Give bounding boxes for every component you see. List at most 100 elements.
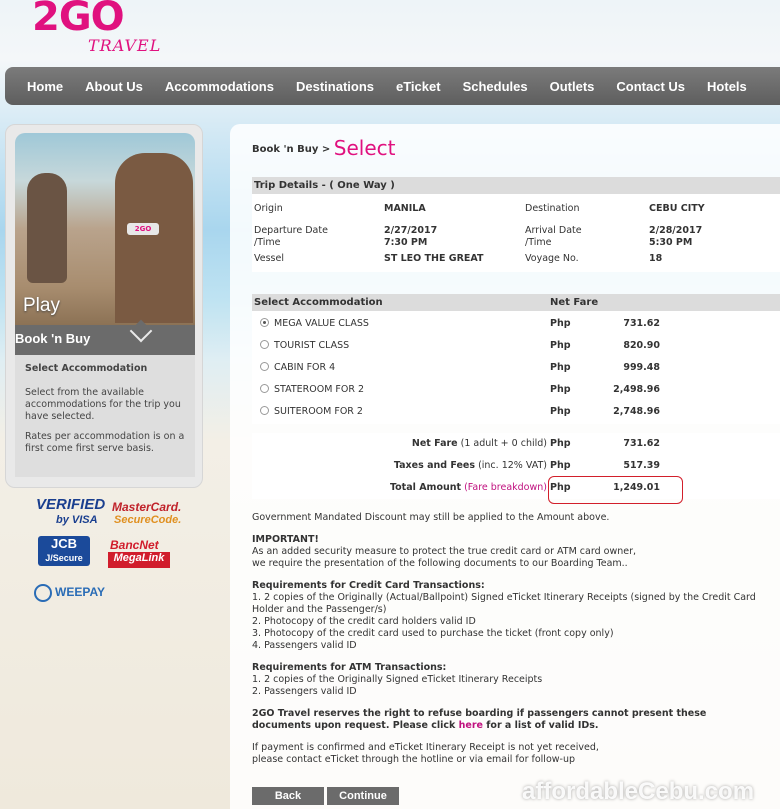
voyage-label: Voyage No.	[525, 253, 579, 264]
sidebar-para-2: Rates per accommodation is on a first co…	[25, 431, 185, 454]
sidebar-tab-label: Book 'n Buy	[15, 331, 91, 346]
weepay-logo: WEEPAY	[34, 584, 105, 602]
verified-by-visa-logo: VERIFIED	[36, 496, 106, 513]
net-fare-label: Net Fare (1 adult + 0 child)	[252, 438, 547, 449]
accommodation-fare: 999.48	[623, 362, 660, 373]
nav-destinations[interactable]: Destinations	[296, 79, 374, 94]
main-nav: Home About Us Accommodations Destination…	[5, 67, 780, 105]
accommodation-name: STATEROOM FOR 2	[274, 384, 365, 395]
nav-outlets[interactable]: Outlets	[550, 79, 595, 94]
accommodation-radio[interactable]	[260, 362, 269, 371]
accommodation-currency: Php	[550, 406, 571, 417]
sidebar-tab-title: Book 'n Buy	[15, 319, 195, 355]
total-amount-title: Total Amount	[389, 482, 462, 493]
brand-logo[interactable]: 2GO TRAVEL	[30, 0, 170, 58]
important-line-2: we require the presentation of the follo…	[252, 558, 628, 569]
page-title: Select	[333, 136, 396, 160]
departure-label-time: /Time	[254, 237, 281, 248]
cc-requirement-2: 2. Photocopy of the credit card holders …	[252, 616, 476, 627]
accommodation-currency: Php	[550, 318, 571, 329]
vessel-value: ST LEO THE GREAT	[384, 253, 484, 264]
vessel-label: Vessel	[254, 253, 284, 264]
jcb-secure-label: J/Secure	[45, 553, 83, 563]
accommodation-row[interactable]: STATEROOM FOR 2 Php 2,498.96	[252, 378, 780, 400]
atm-requirement-2: 2. Passengers valid ID	[252, 686, 357, 697]
mastercard-logo: MasterCard.	[112, 500, 182, 514]
fare-breakdown-link[interactable]: (Fare breakdown)	[464, 482, 547, 493]
followup-line-1: If payment is confirmed and eTicket Itin…	[252, 742, 599, 753]
jcb-logo: JCB J/Secure	[38, 536, 90, 566]
watermark: affordableCebu.com	[522, 778, 755, 805]
important-line-1: As an added security measure to protect …	[252, 546, 637, 557]
continue-button[interactable]: Continue	[327, 787, 399, 805]
sidebar-para-1: Select from the available accommodations…	[25, 387, 181, 422]
notes-section: Government Mandated Discount may still b…	[252, 512, 780, 766]
taxes-title: Taxes and Fees	[393, 460, 476, 471]
arrival-label-time: /Time	[525, 237, 552, 248]
departure-label: Departure Date	[254, 225, 328, 236]
important-title: IMPORTANT!	[252, 534, 319, 545]
accommodation-name: CABIN FOR 4	[274, 362, 336, 373]
accommodation-name: MEGA VALUE CLASS	[274, 318, 369, 329]
verified-by-visa-sub: by VISA	[56, 514, 98, 526]
accommodation-currency: Php	[550, 362, 571, 373]
net-fare-currency: Php	[550, 438, 571, 449]
weepay-label: WEEPAY	[55, 585, 106, 600]
accommodation-radio[interactable]	[260, 406, 269, 415]
accommodation-row[interactable]: MEGA VALUE CLASS Php 731.62	[252, 312, 780, 334]
nav-eticket[interactable]: eTicket	[396, 79, 441, 94]
departure-date: 2/27/2017	[384, 225, 438, 236]
taxes-value: 517.39	[623, 460, 660, 471]
trip-header: Trip Details - ( One Way )	[252, 177, 780, 194]
main-panel: Book 'n Buy > Select Trip Details - ( On…	[230, 124, 780, 809]
nav-home[interactable]: Home	[27, 79, 63, 94]
accommodation-row[interactable]: TOURIST CLASS Php 820.90	[252, 334, 780, 356]
destination-value: CEBU CITY	[649, 203, 705, 214]
promo-photo: 2GO Play	[15, 133, 195, 325]
accommodation-currency: Php	[550, 384, 571, 395]
cc-requirements-title: Requirements for Credit Card Transaction…	[252, 580, 485, 591]
atm-requirements-title: Requirements for ATM Transactions:	[252, 662, 447, 673]
net-fare-value: 731.62	[623, 438, 660, 449]
photo-armband: 2GO	[127, 223, 159, 235]
nav-accommodations[interactable]: Accommodations	[165, 79, 274, 94]
refuse-text-b: for a list of valid IDs.	[486, 720, 599, 731]
accommodation-row[interactable]: SUITEROOM FOR 2 Php 2,748.96	[252, 400, 780, 422]
accommodation-row[interactable]: CABIN FOR 4 Php 999.48	[252, 356, 780, 378]
accommodation-table: Select Accommodation Net Fare MEGA VALUE…	[252, 294, 780, 424]
accommodation-radio-selected[interactable]	[260, 318, 269, 327]
arrival-label: Arrival Date	[525, 225, 582, 236]
valid-ids-link[interactable]: here	[459, 720, 483, 731]
trip-details: Trip Details - ( One Way ) Origin MANILA…	[252, 177, 780, 272]
cc-requirement-4: 4. Passengers valid ID	[252, 640, 357, 651]
photo-caption: Play	[23, 295, 60, 316]
accommodation-radio[interactable]	[260, 384, 269, 393]
atm-requirement-1: 1. 2 copies of the Originally Signed eTi…	[252, 674, 543, 685]
breadcrumb: Book 'n Buy > Select	[252, 136, 395, 160]
megalink-logo: MegaLink	[108, 552, 170, 568]
nav-contact-us[interactable]: Contact Us	[616, 79, 685, 94]
logo-sub-text: TRAVEL	[88, 36, 162, 55]
followup-line-2: please contact eTicket through the hotli…	[252, 754, 576, 765]
breadcrumb-parent[interactable]: Book 'n Buy >	[252, 144, 330, 155]
refuse-text-a: documents upon request. Please click	[252, 720, 456, 731]
nav-schedules[interactable]: Schedules	[463, 79, 528, 94]
weepay-circle-icon	[34, 584, 52, 602]
accommodation-currency: Php	[550, 340, 571, 351]
cc-requirement-1b: Holder and the Passenger/s)	[252, 604, 387, 615]
net-fare-note: (1 adult + 0 child)	[460, 438, 547, 449]
total-amount-label: Total Amount (Fare breakdown)	[252, 482, 547, 493]
accommodation-fare: 2,748.96	[613, 406, 660, 417]
accommodation-fare: 2,498.96	[613, 384, 660, 395]
sidebar-heading: Select Accommodation	[25, 363, 148, 374]
net-fare-title: Net Fare	[411, 438, 458, 449]
photo-figure-woman	[27, 173, 67, 283]
back-button[interactable]: Back	[252, 787, 324, 805]
cc-requirement-3: 3. Photocopy of the credit card used to …	[252, 628, 614, 639]
taxes-note: (inc. 12% VAT)	[478, 460, 547, 471]
nav-about-us[interactable]: About Us	[85, 79, 143, 94]
origin-label: Origin	[254, 203, 283, 214]
refuse-line-1: 2GO Travel reserves the right to refuse …	[252, 708, 707, 719]
accommodation-radio[interactable]	[260, 340, 269, 349]
nav-hotels[interactable]: Hotels	[707, 79, 747, 94]
